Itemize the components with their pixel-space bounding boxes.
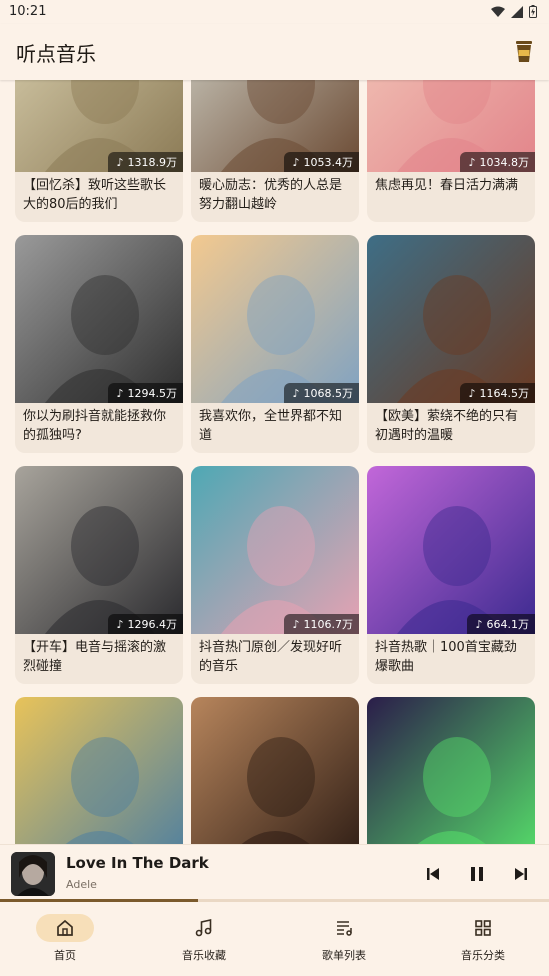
song-title: Love In The Dark	[66, 854, 209, 872]
song-artist: Adele	[66, 878, 97, 891]
nav-pill-favorites	[175, 914, 233, 942]
play-count-badge: ♪ 1164.5万	[460, 383, 535, 403]
play-count-badge: ♪ 1034.8万	[460, 152, 535, 172]
music-note-icon: ♪	[116, 155, 124, 169]
play-count: 1053.4万	[303, 156, 354, 169]
play-count-badge: ♪ 1106.7万	[284, 614, 359, 634]
nav-item-categories[interactable]: 音乐分类	[423, 912, 543, 968]
pause-icon[interactable]	[467, 864, 487, 884]
playlist-title: 【回忆杀】致听这些歌长大的80后的我们	[23, 178, 167, 212]
playlist-card[interactable]	[367, 697, 535, 844]
skip-previous-icon[interactable]	[423, 864, 443, 884]
signal-icon	[511, 5, 523, 18]
playlist-title: 抖音热歌｜100首宝藏劲爆歌曲	[375, 640, 517, 674]
album-art[interactable]	[11, 852, 55, 896]
playlist-grid: ♪ 1318.9万 【回忆杀】致听这些歌长大的80后的我们 ♪ 1053.4万 暖心励志：…	[15, 80, 535, 844]
play-count: 1034.8万	[479, 156, 530, 169]
playlist-cover-anime-boy[interactable]: ♪ 1106.7万	[191, 466, 359, 634]
playlist-cover-portrait[interactable]: ♪ 1164.5万	[367, 235, 535, 403]
battery-icon	[529, 5, 537, 18]
home-icon	[57, 919, 73, 936]
playlist-card[interactable]: ♪ 1294.5万你以为刷抖音就能拯救你的孤独吗?	[15, 235, 183, 453]
play-count: 1106.7万	[303, 618, 354, 631]
music-note-icon: ♪	[292, 386, 300, 400]
status-icons	[491, 5, 537, 18]
play-count-badge: ♪ 1053.4万	[284, 152, 359, 172]
play-count: 1068.5万	[303, 387, 354, 400]
playlist-title: 我喜欢你，全世界都不知道	[199, 409, 343, 443]
playlist-cover-figure[interactable]: ♪ 1053.4万	[191, 80, 359, 172]
playlist-card[interactable]: ♪ 1053.4万暖心励志：优秀的人总是努力翻山越岭	[191, 80, 359, 222]
nav-label-favorites: 音乐收藏	[182, 949, 226, 962]
music-note-icon: ♪	[292, 617, 300, 631]
grid-icon	[475, 920, 491, 936]
playlist-cover-blinds[interactable]	[191, 697, 359, 844]
playlist-card[interactable]: ♪ 1296.4万【开车】电音与摇滚的激烈碰撞	[15, 466, 183, 684]
playlist-cover-sitting-man[interactable]	[15, 697, 183, 844]
app-title: 听点音乐	[16, 42, 96, 66]
play-count-badge: ♪ 1318.9万	[108, 152, 183, 172]
status-bar: 10:21	[0, 0, 549, 24]
coffee-cup-icon[interactable]	[513, 38, 535, 64]
playlist-cover-bicycle[interactable]: ♪ 1318.9万	[15, 80, 183, 172]
playlist-grid-viewport: ♪ 1318.9万 【回忆杀】致听这些歌长大的80后的我们 ♪ 1053.4万 暖心励志：…	[0, 80, 549, 844]
playlist-card[interactable]: ♪ 1106.7万抖音热门原创／发现好听的音乐	[191, 466, 359, 684]
nav-pill-playlists	[315, 914, 373, 942]
playlist-card[interactable]	[191, 697, 359, 844]
play-count-badge: ♪ 664.1万	[467, 614, 535, 634]
nav-label-playlists: 歌单列表	[322, 949, 366, 962]
bottom-navigation: 首页 音乐收藏 歌单列表 音乐分类	[0, 902, 549, 976]
playlist-cover-neon-girl[interactable]: ♪ 664.1万	[367, 466, 535, 634]
music-note-icon: ♪	[468, 386, 476, 400]
playlist-card[interactable]: ♪ 1318.9万【回忆杀】致听这些歌长大的80后的我们	[15, 80, 183, 222]
mini-player[interactable]: Love In The Dark Adele	[0, 844, 549, 901]
status-time: 10:21	[9, 4, 47, 19]
nav-pill-home	[36, 914, 94, 942]
playlist-cover-car[interactable]: ♪ 1296.4万	[15, 466, 183, 634]
playlist-title: 【欧美】萦绕不绝的只有初遇时的温暖	[375, 409, 519, 443]
playlist-cover-dj[interactable]	[367, 697, 535, 844]
music-note-icon: ♪	[475, 617, 483, 631]
playlist-cover-girl-headphones[interactable]: ♪ 1034.8万	[367, 80, 535, 172]
playlist-cover-kids-bw[interactable]: ♪ 1294.5万	[15, 235, 183, 403]
music-note-icon: ♪	[292, 155, 300, 169]
music-notes-icon	[195, 919, 212, 937]
music-note-icon: ♪	[116, 386, 124, 400]
playlist-title: 暖心励志：优秀的人总是努力翻山越岭	[199, 178, 343, 212]
play-count-badge: ♪ 1068.5万	[284, 383, 359, 403]
play-count-badge: ♪ 1294.5万	[108, 383, 183, 403]
playlist-card[interactable]	[15, 697, 183, 844]
playlist-cover-kiss[interactable]: ♪ 1068.5万	[191, 235, 359, 403]
play-count: 1294.5万	[127, 387, 178, 400]
play-count-badge: ♪ 1296.4万	[108, 614, 183, 634]
skip-next-icon[interactable]	[511, 864, 531, 884]
play-count: 1318.9万	[127, 156, 178, 169]
playlist-card[interactable]: ♪ 664.1万抖音热歌｜100首宝藏劲爆歌曲	[367, 466, 535, 684]
app-bar: 听点音乐	[0, 24, 549, 80]
playlist-icon	[337, 921, 352, 936]
nav-item-favorites[interactable]: 音乐收藏	[144, 912, 264, 968]
playlist-card[interactable]: ♪ 1164.5万【欧美】萦绕不绝的只有初遇时的温暖	[367, 235, 535, 453]
playlist-title: 焦虑再见！春日活力满满	[375, 178, 519, 193]
music-note-icon: ♪	[116, 617, 124, 631]
nav-item-home[interactable]: 首页	[5, 912, 125, 968]
wifi-icon	[491, 6, 505, 17]
play-count: 664.1万	[486, 618, 530, 631]
play-count: 1164.5万	[479, 387, 530, 400]
nav-pill-categories	[454, 914, 512, 942]
nav-item-playlists[interactable]: 歌单列表	[284, 912, 404, 968]
music-note-icon: ♪	[468, 155, 476, 169]
nav-label-home: 首页	[54, 949, 76, 962]
playlist-card[interactable]: ♪ 1068.5万我喜欢你，全世界都不知道	[191, 235, 359, 453]
playlist-title: 【开车】电音与摇滚的激烈碰撞	[23, 640, 167, 674]
play-count: 1296.4万	[127, 618, 178, 631]
playlist-title: 你以为刷抖音就能拯救你的孤独吗?	[23, 409, 167, 443]
playlist-card[interactable]: ♪ 1034.8万焦虑再见！春日活力满满	[367, 80, 535, 222]
nav-label-categories: 音乐分类	[461, 949, 505, 962]
playlist-title: 抖音热门原创／发现好听的音乐	[199, 640, 343, 674]
